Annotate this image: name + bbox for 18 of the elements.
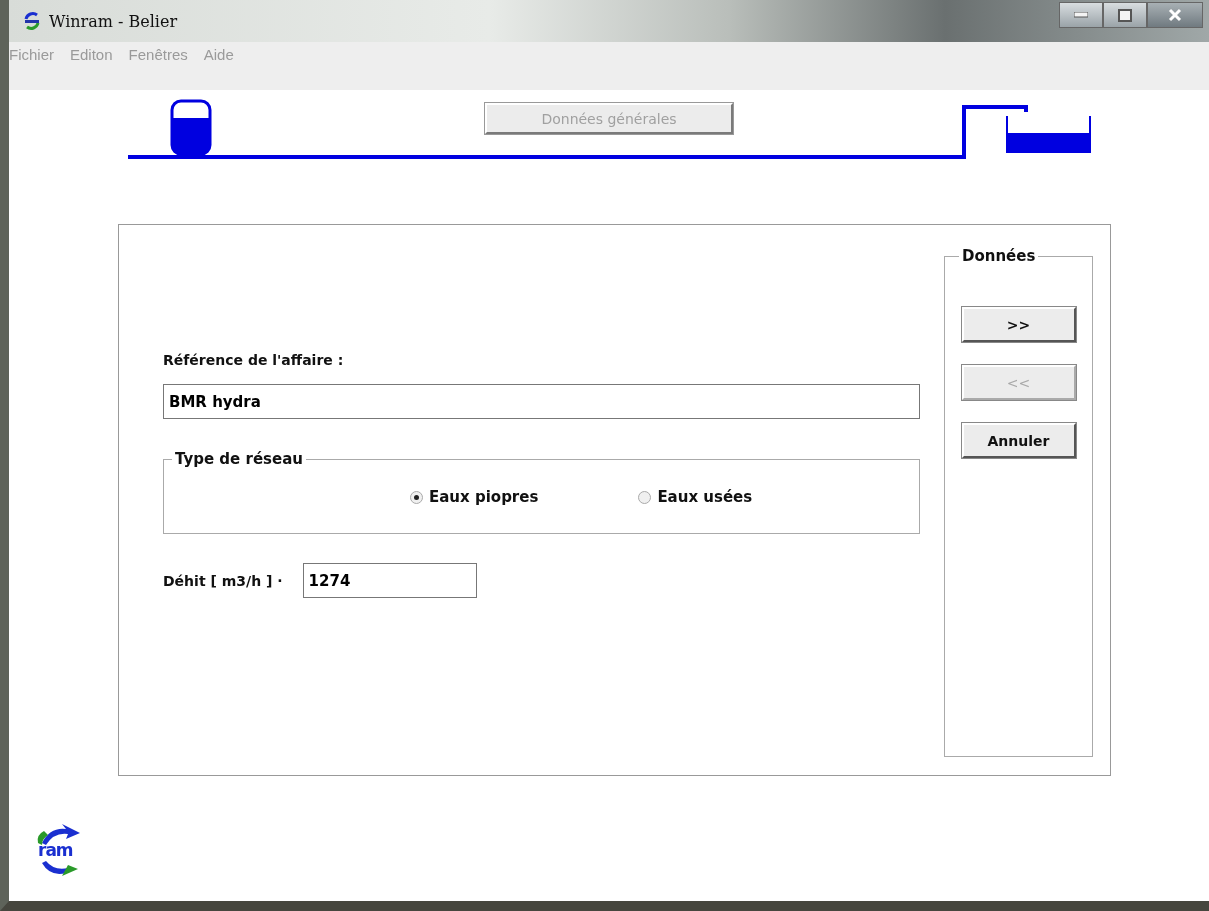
maximize-icon <box>1118 8 1132 22</box>
radio-option[interactable]: Eaux usées <box>638 488 753 506</box>
flow-field[interactable]: 1274 <box>302 563 477 598</box>
window-title: Winram - Belier <box>49 11 178 31</box>
close-icon <box>1168 8 1182 22</box>
group-title: Type de réseau <box>174 450 304 468</box>
flow-label: Déhit [ m3/h ] · <box>163 572 283 589</box>
minimize-icon <box>1074 12 1088 18</box>
reference-label: Référence de l'affaire : <box>163 352 345 368</box>
side-button[interactable]: Annuler <box>961 423 1076 458</box>
radio-option[interactable]: Eaux piopres <box>410 488 539 506</box>
maximize-button[interactable] <box>1103 2 1147 28</box>
company-logo: ram <box>32 821 84 881</box>
side-button[interactable]: >> <box>961 307 1076 342</box>
group-title: Données <box>961 247 1037 265</box>
reference-field[interactable]: BMR hydra <box>163 384 920 419</box>
minimize-button[interactable] <box>1059 2 1103 28</box>
close-button[interactable] <box>1147 2 1203 28</box>
